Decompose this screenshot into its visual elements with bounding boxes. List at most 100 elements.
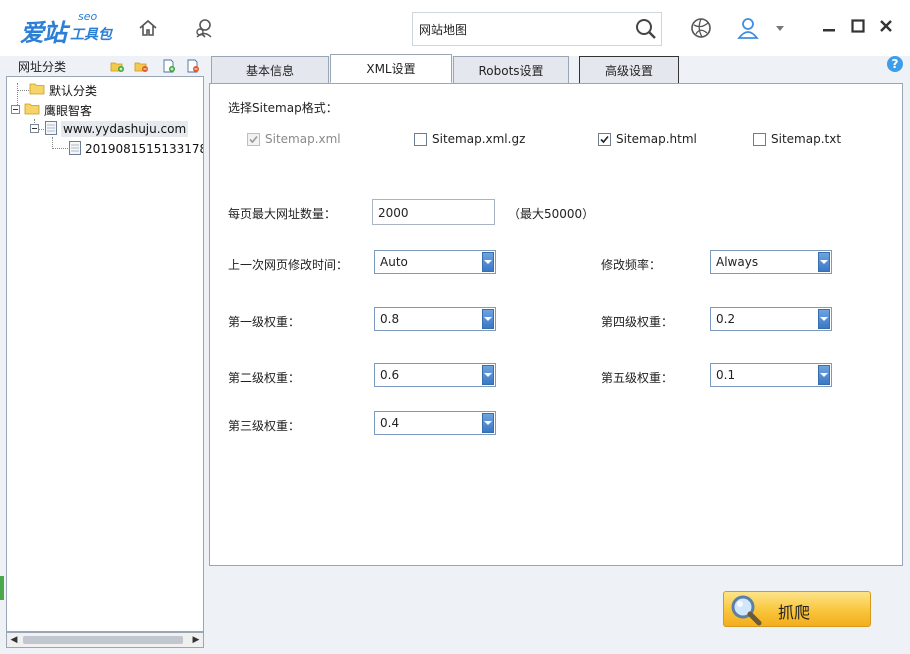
minimize-icon[interactable] bbox=[819, 16, 839, 36]
user-icon[interactable] bbox=[734, 14, 762, 42]
dropdown-caret-icon[interactable] bbox=[766, 14, 794, 42]
tree-item-label: 鹰眼智客 bbox=[44, 103, 93, 118]
logo-seo-text: seo bbox=[78, 10, 98, 23]
level1-weight-label: 第一级权重： bbox=[228, 315, 301, 329]
collapse-icon[interactable] bbox=[30, 122, 39, 136]
max-urls-label: 每页最大网址数量： bbox=[228, 207, 337, 221]
scroll-right-icon[interactable]: ▶ bbox=[191, 635, 201, 645]
level4-weight-select[interactable]: 0.2 bbox=[710, 307, 832, 331]
help-icon[interactable]: ? bbox=[887, 56, 903, 72]
folder-open-icon bbox=[24, 102, 40, 118]
tree-item-default-category[interactable]: 默认分类 bbox=[29, 81, 97, 99]
file-icon bbox=[69, 140, 81, 158]
dropdown-arrow-icon[interactable] bbox=[482, 365, 494, 385]
sitemap-xml-checkbox[interactable]: Sitemap.xml bbox=[247, 132, 341, 146]
scroll-left-icon[interactable]: ◀ bbox=[9, 635, 19, 645]
right-edge-strip bbox=[904, 56, 910, 654]
sitemap-txt-checkbox[interactable]: Sitemap.txt bbox=[753, 132, 841, 146]
changefreq-label: 修改频率： bbox=[601, 258, 662, 272]
select-value: 0.2 bbox=[716, 312, 736, 326]
home-icon[interactable] bbox=[134, 14, 162, 42]
dropdown-arrow-icon[interactable] bbox=[482, 309, 494, 329]
max-urls-field[interactable] bbox=[372, 199, 495, 225]
delete-folder-icon[interactable] bbox=[134, 59, 148, 73]
select-value: 0.8 bbox=[380, 312, 400, 326]
level3-weight-select[interactable]: 0.4 bbox=[374, 411, 496, 435]
magnifier-icon bbox=[730, 594, 762, 626]
sitemap-html-checkbox[interactable]: Sitemap.html bbox=[598, 132, 697, 146]
checkbox-box[interactable] bbox=[414, 132, 427, 146]
select-value: Always bbox=[716, 255, 759, 269]
lastmod-select[interactable]: Auto bbox=[374, 250, 496, 274]
tab-robots-settings[interactable]: Robots设置 bbox=[453, 56, 569, 84]
category-panel-header: 网址分类 bbox=[0, 56, 208, 76]
lastmod-label: 上一次网页修改时间： bbox=[228, 258, 349, 272]
level2-weight-select[interactable]: 0.6 bbox=[374, 363, 496, 387]
level1-weight-select[interactable]: 0.8 bbox=[374, 307, 496, 331]
collapse-icon[interactable] bbox=[11, 103, 20, 117]
sitemap-xml-gz-checkbox[interactable]: Sitemap.xml.gz bbox=[414, 132, 525, 146]
title-bar: 爱站 seo 工具包 bbox=[0, 0, 910, 56]
checkbox-label: Sitemap.xml bbox=[265, 132, 341, 146]
category-panel: 网址分类 默认分类 鹰眼智客 www.yydashuju.com 2019081… bbox=[0, 56, 208, 654]
level4-weight-label: 第四级权重： bbox=[601, 315, 674, 329]
add-folder-icon[interactable] bbox=[110, 59, 124, 73]
checkbox-label: Sitemap.xml.gz bbox=[432, 132, 526, 146]
tree-item-label: www.yydashuju.com bbox=[61, 121, 189, 137]
tab-basic-info[interactable]: 基本信息 bbox=[211, 56, 329, 84]
checkbox-box[interactable] bbox=[598, 132, 611, 146]
tab-xml-settings[interactable]: XML设置 bbox=[330, 54, 452, 83]
checkbox-label: Sitemap.txt bbox=[771, 132, 842, 146]
sitemap-format-label: 选择Sitemap格式： bbox=[228, 101, 338, 115]
logo-main-text: 爱站 bbox=[20, 18, 67, 47]
level5-weight-label: 第五级权重： bbox=[601, 371, 674, 385]
select-value: 0.1 bbox=[716, 368, 736, 382]
tab-label: XML设置 bbox=[366, 62, 416, 76]
add-site-icon[interactable] bbox=[162, 59, 176, 73]
tab-label: 基本信息 bbox=[245, 63, 294, 78]
dropdown-arrow-icon[interactable] bbox=[818, 309, 830, 329]
checkbox-label: Sitemap.html bbox=[616, 132, 697, 146]
crawl-button[interactable]: 抓爬 bbox=[723, 591, 871, 627]
max-urls-input[interactable] bbox=[378, 205, 478, 221]
dropdown-arrow-icon[interactable] bbox=[818, 365, 830, 385]
tab-label: Robots设置 bbox=[478, 63, 544, 78]
category-panel-title: 网址分类 bbox=[18, 60, 67, 74]
level5-weight-select[interactable]: 0.1 bbox=[710, 363, 832, 387]
dropdown-arrow-icon[interactable] bbox=[818, 252, 830, 272]
crawl-button-label: 抓爬 bbox=[778, 603, 811, 622]
tab-advanced-settings[interactable]: 高级设置 bbox=[579, 56, 679, 84]
user-search-icon[interactable] bbox=[190, 14, 218, 42]
max-urls-hint: （最大50000） bbox=[508, 207, 595, 221]
scrollbar-thumb[interactable] bbox=[23, 636, 183, 644]
logo-sub-text: 工具包 bbox=[70, 27, 112, 43]
checkbox-box[interactable] bbox=[753, 132, 766, 146]
search-box[interactable] bbox=[412, 12, 662, 46]
select-value: 0.6 bbox=[380, 368, 400, 382]
category-tree: 默认分类 鹰眼智客 www.yydashuju.com 201908151513… bbox=[6, 76, 204, 632]
level2-weight-label: 第二级权重： bbox=[228, 371, 301, 385]
globe-icon[interactable] bbox=[687, 14, 715, 42]
dropdown-arrow-icon[interactable] bbox=[482, 252, 494, 272]
xml-settings-panel: 选择Sitemap格式： Sitemap.xml Sitemap.xml.gz … bbox=[209, 83, 903, 566]
select-value: Auto bbox=[380, 255, 408, 269]
tab-label: 高级设置 bbox=[604, 63, 653, 78]
dropdown-arrow-icon[interactable] bbox=[482, 413, 494, 433]
tree-item-yingyan[interactable]: 鹰眼智客 bbox=[11, 101, 92, 119]
select-value: 0.4 bbox=[380, 416, 400, 430]
tree-item-label: 20190815151331781 bbox=[85, 142, 204, 156]
site-page-icon bbox=[45, 120, 57, 138]
close-icon[interactable] bbox=[876, 16, 896, 36]
changefreq-select[interactable]: Always bbox=[710, 250, 832, 274]
search-icon[interactable] bbox=[635, 18, 657, 43]
tree-item-file[interactable]: 20190815151331781 bbox=[69, 140, 204, 158]
folder-icon bbox=[29, 82, 45, 98]
checkbox-box[interactable] bbox=[247, 132, 260, 146]
search-input[interactable] bbox=[419, 20, 619, 38]
tree-item-label: 默认分类 bbox=[49, 83, 98, 98]
maximize-icon[interactable] bbox=[848, 16, 868, 36]
tree-horizontal-scrollbar[interactable]: ◀ ▶ bbox=[6, 632, 204, 648]
delete-site-icon[interactable] bbox=[186, 59, 200, 73]
tree-item-site[interactable]: www.yydashuju.com bbox=[30, 120, 189, 138]
level3-weight-label: 第三级权重： bbox=[228, 419, 301, 433]
